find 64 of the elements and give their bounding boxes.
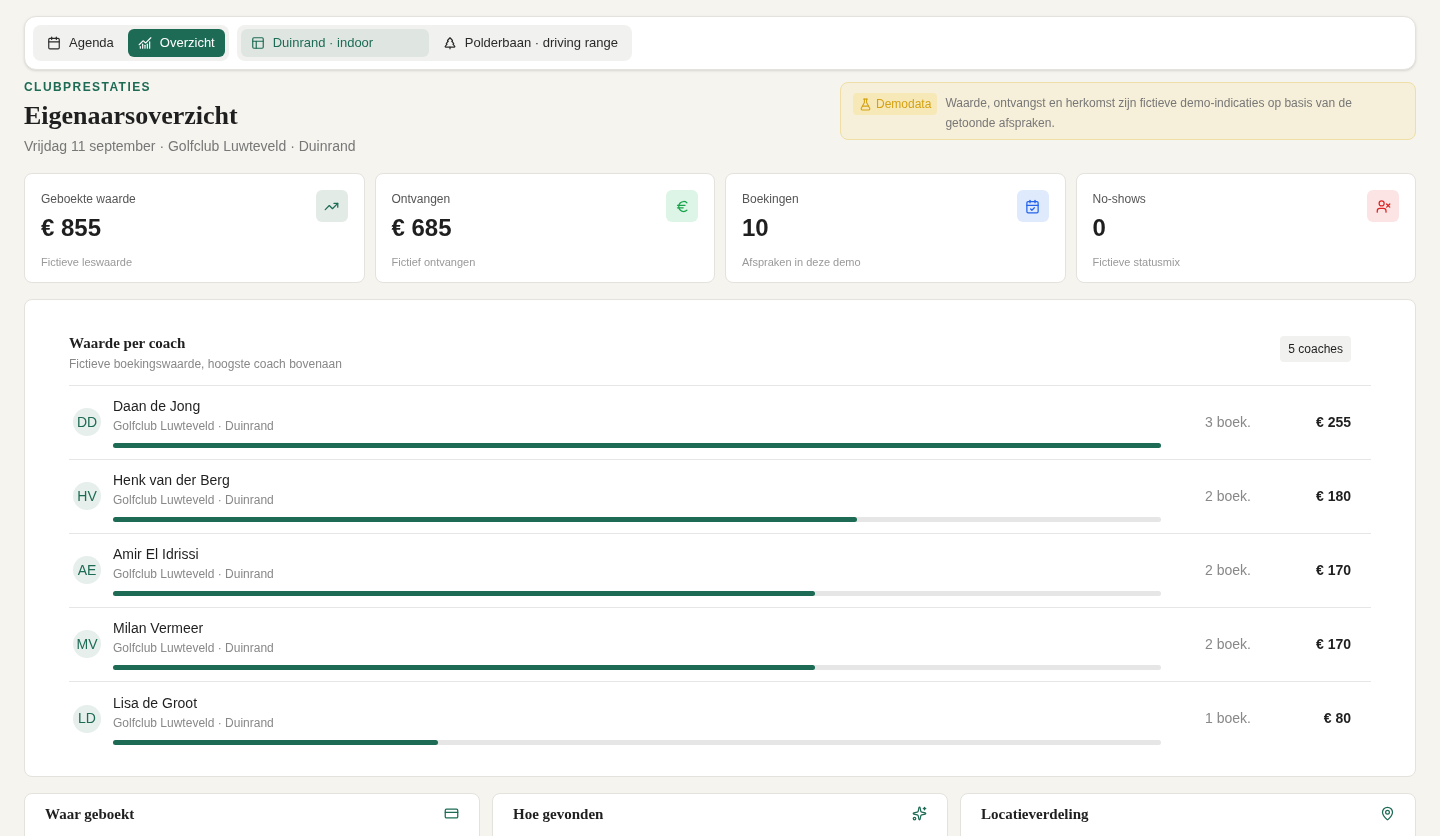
nav-tab[interactable]: Polderbaan · driving range	[432, 29, 628, 57]
avatar: DD	[73, 408, 101, 436]
booking-count: 1 boek.	[1205, 709, 1252, 728]
panel-title: Waarde per coach	[69, 334, 187, 353]
nav-tab[interactable]: Duinrand · indoor	[240, 29, 429, 57]
user-x-icon	[1367, 190, 1399, 222]
page-title: Eigenaarsoverzicht	[24, 100, 239, 132]
stat-value: 10	[742, 213, 770, 243]
chart-icon	[315, 190, 348, 222]
chart-icon	[137, 36, 152, 50]
calendar-icon	[47, 36, 61, 50]
card-title: Hoe gevonden	[513, 805, 604, 824]
coach-club: Golfclub Luwteveld · Duinrand	[113, 418, 275, 435]
card-title: Waar geboekt	[45, 805, 135, 824]
stat-value: € 685	[391, 213, 453, 243]
page-subtitle: Vrijdag 11 september · Golfclub Luwteveld · Duinrand	[24, 137, 356, 156]
coach-value: € 180	[1315, 486, 1351, 506]
pin-icon	[1380, 805, 1395, 821]
sparkle-icon	[912, 805, 927, 821]
avatar: HV	[73, 482, 101, 510]
coach-value: € 80	[1323, 709, 1351, 728]
eyebrow-label: CLUBPRESTATIES	[24, 79, 153, 96]
calendar-icon	[1016, 190, 1049, 222]
avatar: MV	[73, 630, 101, 658]
stat-label: Geboekte waarde	[41, 191, 136, 208]
coach-count: 5 coaches	[1280, 336, 1351, 362]
notice-text: Waarde, ontvangst en herkomst zijn fictieve demo-indicaties op basis van de getoonde afspraken.	[945, 95, 1353, 132]
coach-club: Golfclub Luwteveld · Duinrand	[113, 492, 275, 509]
nav-tab[interactable]: Overzicht	[127, 29, 225, 57]
demo-badge: Demodata	[853, 93, 938, 115]
card-icon	[444, 805, 459, 821]
stat-note: Fictieve leswaarde	[41, 255, 134, 270]
coach-value: € 255	[1315, 412, 1351, 432]
stat-note: Fictieve statusmix	[1092, 255, 1181, 270]
coach-name: Lisa de Groot	[113, 693, 199, 713]
stat-note: Fictief ontvangen	[391, 255, 477, 270]
coach-club: Golfclub Luwteveld · Duinrand	[113, 566, 275, 583]
booking-count: 2 boek.	[1205, 634, 1252, 654]
coach-value: € 170	[1315, 634, 1351, 654]
coach-club: Golfclub Luwteveld · Duinrand	[113, 640, 275, 657]
stat-value: 0	[1092, 213, 1107, 243]
coach-name: Milan Vermeer	[113, 619, 205, 638]
booking-count: 3 boek.	[1205, 412, 1252, 432]
layout-icon	[250, 36, 265, 50]
coach-name: Henk van der Berg	[113, 471, 231, 490]
booking-count: 2 boek.	[1205, 560, 1252, 580]
stat-note: Afspraken in deze demo	[742, 255, 862, 270]
coach-club: Golfclub Luwteveld · Duinrand	[113, 714, 275, 732]
flask-icon	[859, 97, 872, 111]
stat-label: Boekingen	[742, 191, 799, 208]
booking-count: 2 boek.	[1205, 486, 1252, 506]
avatar: AE	[73, 556, 101, 584]
card-title: Locatieverdeling	[981, 805, 1089, 824]
coach-name: Amir El Idrissi	[113, 545, 200, 564]
stat-label: No-shows	[1092, 191, 1146, 208]
coach-name: Daan de Jong	[113, 397, 202, 416]
panel-subtitle: Fictieve boekingswaarde, hoogste coach bovenaan	[69, 355, 342, 373]
stat-value: € 855	[41, 213, 103, 243]
tree-icon	[442, 36, 457, 50]
coach-value: € 170	[1315, 560, 1351, 580]
avatar: LD	[73, 704, 101, 733]
nav-tab[interactable]: Agenda	[37, 29, 124, 57]
euro-icon	[666, 190, 698, 222]
stat-label: Ontvangen	[391, 191, 451, 208]
